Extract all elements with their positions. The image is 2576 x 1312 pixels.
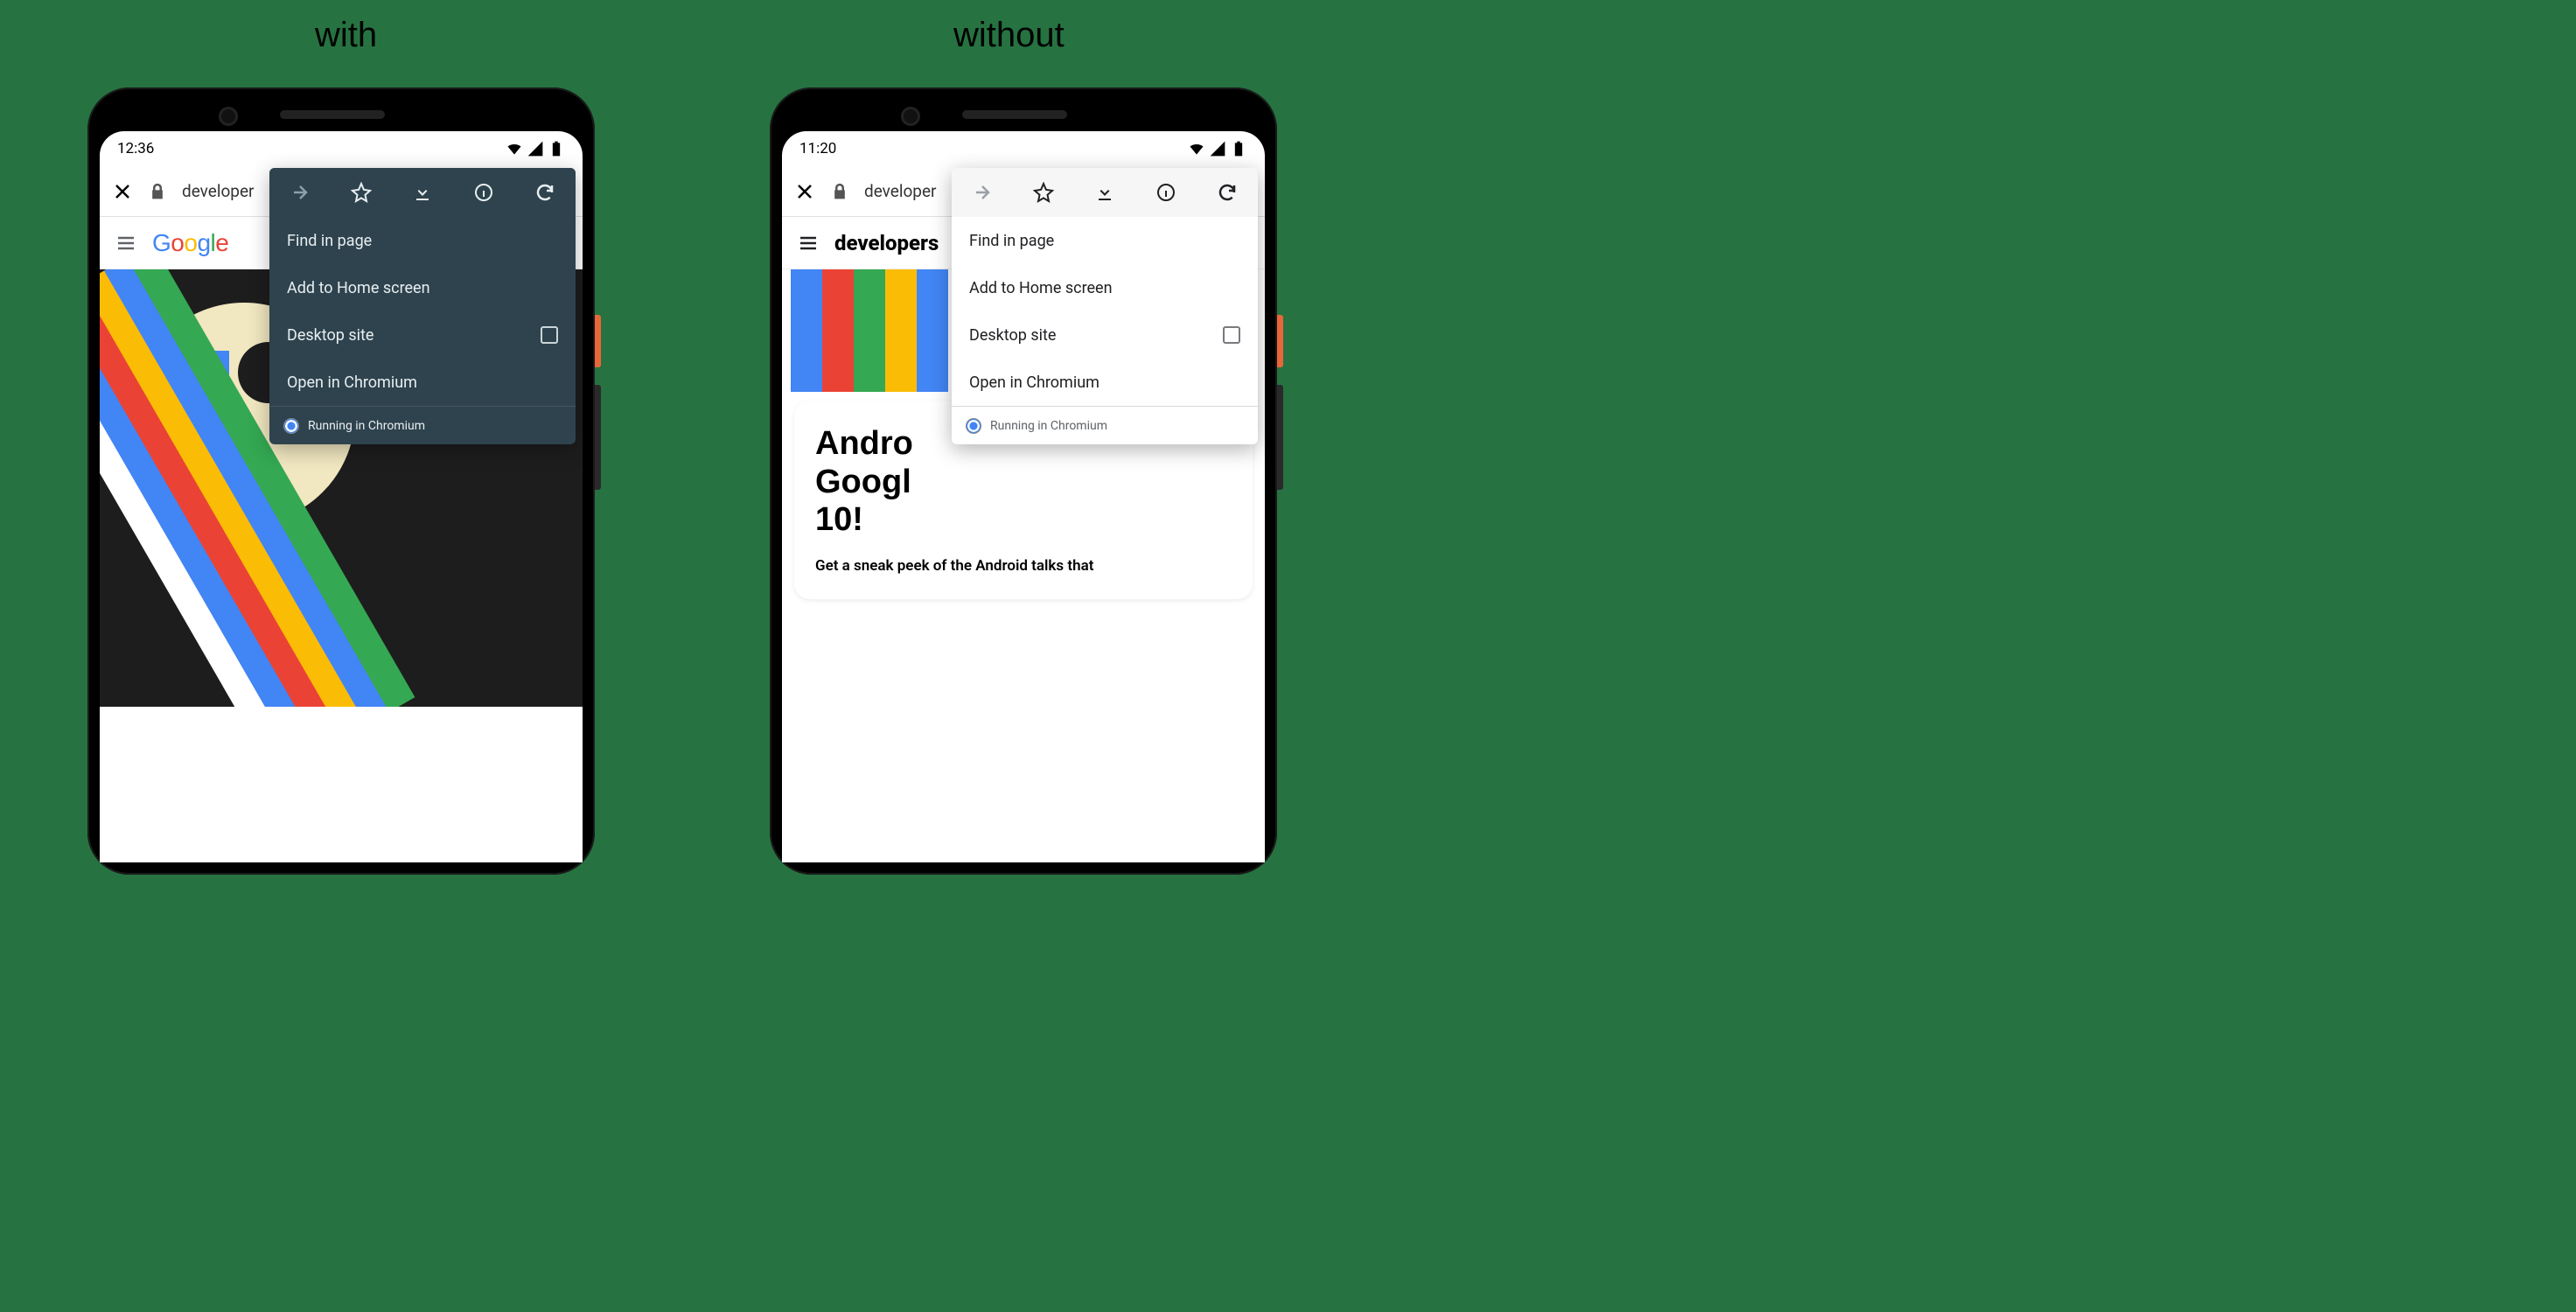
volume-button bbox=[595, 385, 601, 490]
front-camera bbox=[901, 107, 920, 126]
download-icon[interactable] bbox=[1094, 182, 1115, 203]
menu-find-in-page[interactable]: Find in page bbox=[269, 217, 576, 264]
lock-icon bbox=[831, 183, 848, 200]
menu-footer: Running in Chromium bbox=[269, 406, 576, 444]
forward-icon[interactable] bbox=[290, 182, 311, 203]
running-label: Running in Chromium bbox=[308, 419, 425, 433]
status-time: 11:20 bbox=[799, 140, 836, 157]
speaker-grille bbox=[280, 110, 385, 119]
star-icon[interactable] bbox=[351, 182, 372, 203]
desktop-site-checkbox[interactable] bbox=[1223, 326, 1240, 344]
battery-icon bbox=[548, 140, 565, 157]
menu-desktop-site[interactable]: Desktop site bbox=[952, 311, 1258, 359]
chromium-icon bbox=[966, 418, 981, 434]
lock-icon bbox=[149, 183, 166, 200]
menu-desktop-site[interactable]: Desktop site bbox=[269, 311, 576, 359]
google-logo: Google bbox=[152, 229, 228, 257]
menu-open-chromium[interactable]: Open in Chromium bbox=[269, 359, 576, 406]
phone-frame-without: 11:20 developer developers Andr bbox=[770, 87, 1277, 875]
refresh-icon[interactable] bbox=[1217, 182, 1238, 203]
status-time: 12:36 bbox=[117, 140, 154, 157]
menu-add-home[interactable]: Add to Home screen bbox=[952, 264, 1258, 311]
front-camera bbox=[219, 107, 238, 126]
menu-footer: Running in Chromium bbox=[952, 406, 1258, 444]
desktop-site-checkbox[interactable] bbox=[541, 326, 558, 344]
speaker-grille bbox=[962, 110, 1067, 119]
status-icons bbox=[506, 140, 565, 157]
download-icon[interactable] bbox=[412, 182, 433, 203]
cellular-icon bbox=[1209, 140, 1226, 157]
hamburger-icon[interactable] bbox=[798, 233, 819, 254]
power-button bbox=[1277, 315, 1283, 367]
hamburger-icon[interactable] bbox=[115, 233, 136, 254]
cellular-icon bbox=[527, 140, 544, 157]
menu-icon-row bbox=[952, 168, 1258, 217]
forward-icon[interactable] bbox=[972, 182, 993, 203]
close-icon[interactable] bbox=[794, 181, 815, 202]
menu-add-home[interactable]: Add to Home screen bbox=[269, 264, 576, 311]
volume-button bbox=[1277, 385, 1283, 490]
developers-wordmark: developers bbox=[834, 231, 939, 255]
info-icon[interactable] bbox=[473, 182, 494, 203]
caption-without: without bbox=[953, 16, 1065, 55]
menu-open-chromium[interactable]: Open in Chromium bbox=[952, 359, 1258, 406]
status-bar: 11:20 bbox=[782, 131, 1265, 166]
overflow-menu: Find in page Add to Home screen Desktop … bbox=[269, 168, 576, 444]
overflow-menu: Find in page Add to Home screen Desktop … bbox=[952, 168, 1258, 444]
close-icon[interactable] bbox=[112, 181, 133, 202]
decorative-stripes bbox=[791, 269, 948, 392]
subhead: Get a sneak peek of the Android talks th… bbox=[815, 557, 1232, 575]
wifi-icon bbox=[506, 140, 523, 157]
running-label: Running in Chromium bbox=[990, 419, 1107, 433]
wifi-icon bbox=[1188, 140, 1205, 157]
status-bar: 12:36 bbox=[100, 131, 583, 166]
info-icon[interactable] bbox=[1155, 182, 1176, 203]
screen: 12:36 developer Google bbox=[100, 131, 583, 862]
phone-frame-with: 12:36 developer Google bbox=[87, 87, 595, 875]
power-button bbox=[595, 315, 601, 367]
chromium-icon bbox=[283, 418, 299, 434]
star-icon[interactable] bbox=[1033, 182, 1054, 203]
menu-icon-row bbox=[269, 168, 576, 217]
caption-with: with bbox=[315, 16, 377, 55]
status-icons bbox=[1188, 140, 1247, 157]
screen: 11:20 developer developers Andr bbox=[782, 131, 1265, 862]
battery-icon bbox=[1230, 140, 1247, 157]
menu-find-in-page[interactable]: Find in page bbox=[952, 217, 1258, 264]
refresh-icon[interactable] bbox=[534, 182, 555, 203]
